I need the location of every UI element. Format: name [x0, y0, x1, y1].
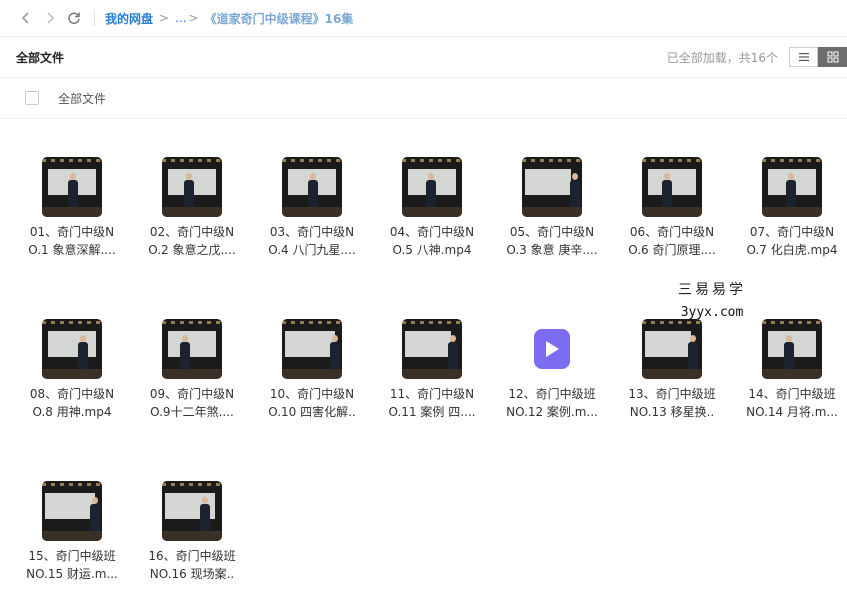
refresh-button[interactable]: [62, 6, 86, 30]
file-name: 02、奇门中级N O.2 象意之戊....: [148, 225, 236, 257]
breadcrumb: 我的网盘 > ... > 《道家奇门中级课程》16集: [105, 10, 353, 27]
breadcrumb-separator: >: [159, 11, 170, 25]
file-list-header: 全部文件 已全部加载，共16个: [0, 37, 847, 77]
watermark: 三易易学 3yyx.com: [678, 279, 746, 320]
video-thumbnail: [42, 481, 102, 541]
file-name: 09、奇门中级N O.9十二年煞....: [149, 387, 235, 419]
file-name: 01、奇门中级N O.1 象意深解....: [28, 225, 116, 257]
file-item[interactable]: 02、奇门中级N O.2 象意之戊....: [132, 157, 252, 261]
chevron-right-icon: [47, 12, 55, 24]
file-item[interactable]: 07、奇门中级N O.7 化白虎.mp4: [732, 157, 847, 261]
video-thumbnail: [42, 319, 102, 379]
page-title: 全部文件: [16, 50, 65, 65]
load-status: 已全部加载，共16个: [666, 50, 778, 65]
file-name: 11、奇门中级N O.11 案例 四....: [388, 387, 476, 419]
file-item[interactable]: 16、奇门中级班 NO.16 现场案..: [132, 481, 252, 585]
file-name: 12、奇门中级班 NO.12 案例.m...: [506, 387, 598, 419]
divider: [94, 10, 95, 26]
video-thumbnail: [162, 481, 222, 541]
file-name: 13、奇门中级班 NO.13 移星换..: [628, 387, 716, 419]
file-name: 15、奇门中级班 NO.15 财运.m...: [26, 549, 118, 581]
file-item[interactable]: 13、奇门中级班 NO.13 移星换..: [612, 319, 732, 423]
video-thumbnail: [762, 157, 822, 217]
grid-view-icon: [827, 51, 838, 63]
video-thumbnail: [282, 157, 342, 217]
top-nav-bar: 我的网盘 > ... > 《道家奇门中级课程》16集: [0, 0, 847, 36]
play-icon: [546, 341, 559, 357]
select-all-checkbox[interactable]: [25, 91, 39, 105]
file-item[interactable]: 12、奇门中级班 NO.12 案例.m...: [492, 319, 612, 423]
grid-view-button[interactable]: [818, 47, 847, 67]
file-name: 04、奇门中级N O.5 八神.mp4: [389, 225, 475, 257]
video-thumbnail: [642, 319, 702, 379]
file-name: 16、奇门中级班 NO.16 现场案..: [148, 549, 236, 581]
file-item[interactable]: 03、奇门中级N O.4 八门九星....: [252, 157, 372, 261]
view-toggle: [789, 47, 847, 67]
chevron-left-icon: [21, 12, 29, 24]
file-name: 10、奇门中级N O.10 四害化解..: [268, 387, 356, 419]
file-item[interactable]: 11、奇门中级N O.11 案例 四....: [372, 319, 492, 423]
file-item[interactable]: 08、奇门中级N O.8 用神.mp4: [12, 319, 132, 423]
watermark-cn: 三易易学: [678, 282, 746, 298]
file-item[interactable]: 01、奇门中级N O.1 象意深解....: [12, 157, 132, 261]
divider: [0, 118, 847, 119]
file-name: 08、奇门中级N O.8 用神.mp4: [29, 387, 115, 419]
breadcrumb-ellipsis[interactable]: ...: [175, 11, 186, 25]
file-item[interactable]: 10、奇门中级N O.10 四害化解..: [252, 319, 372, 423]
file-item[interactable]: 06、奇门中级N O.6 奇门原理....: [612, 157, 732, 261]
file-name: 05、奇门中级N O.3 象意 庚辛....: [506, 225, 598, 257]
breadcrumb-root[interactable]: 我的网盘: [105, 10, 153, 27]
breadcrumb-separator: >: [188, 11, 199, 25]
video-thumbnail: [162, 157, 222, 217]
list-view-icon: [798, 53, 809, 61]
video-file-icon: [522, 319, 582, 379]
file-name: 14、奇门中级班 NO.14 月将.m...: [746, 387, 838, 419]
video-thumbnail: [642, 157, 702, 217]
video-thumbnail: [522, 157, 582, 217]
breadcrumb-current: 《道家奇门中级课程》16集: [204, 11, 354, 26]
video-thumbnail: [402, 319, 462, 379]
file-name: 07、奇门中级N O.7 化白虎.mp4: [746, 225, 838, 257]
video-thumbnail: [762, 319, 822, 379]
file-item[interactable]: 05、奇门中级N O.3 象意 庚辛....: [492, 157, 612, 261]
video-thumbnail: [282, 319, 342, 379]
back-button[interactable]: [14, 6, 38, 30]
file-name: 03、奇门中级N O.4 八门九星....: [268, 225, 356, 257]
video-thumbnail: [42, 157, 102, 217]
refresh-icon: [68, 12, 80, 25]
select-all-label: 全部文件: [58, 91, 107, 106]
file-item[interactable]: 04、奇门中级N O.5 八神.mp4: [372, 157, 492, 261]
forward-button[interactable]: [38, 6, 62, 30]
file-item[interactable]: 14、奇门中级班 NO.14 月将.m...: [732, 319, 847, 423]
video-thumbnail: [162, 319, 222, 379]
select-all-row: 全部文件: [0, 78, 847, 118]
file-name: 06、奇门中级N O.6 奇门原理....: [628, 225, 716, 257]
watermark-en: 3yyx.com: [680, 305, 744, 320]
list-view-button[interactable]: [789, 47, 818, 67]
video-thumbnail: [402, 157, 462, 217]
file-item[interactable]: 15、奇门中级班 NO.15 财运.m...: [12, 481, 132, 585]
file-item[interactable]: 09、奇门中级N O.9十二年煞....: [132, 319, 252, 423]
